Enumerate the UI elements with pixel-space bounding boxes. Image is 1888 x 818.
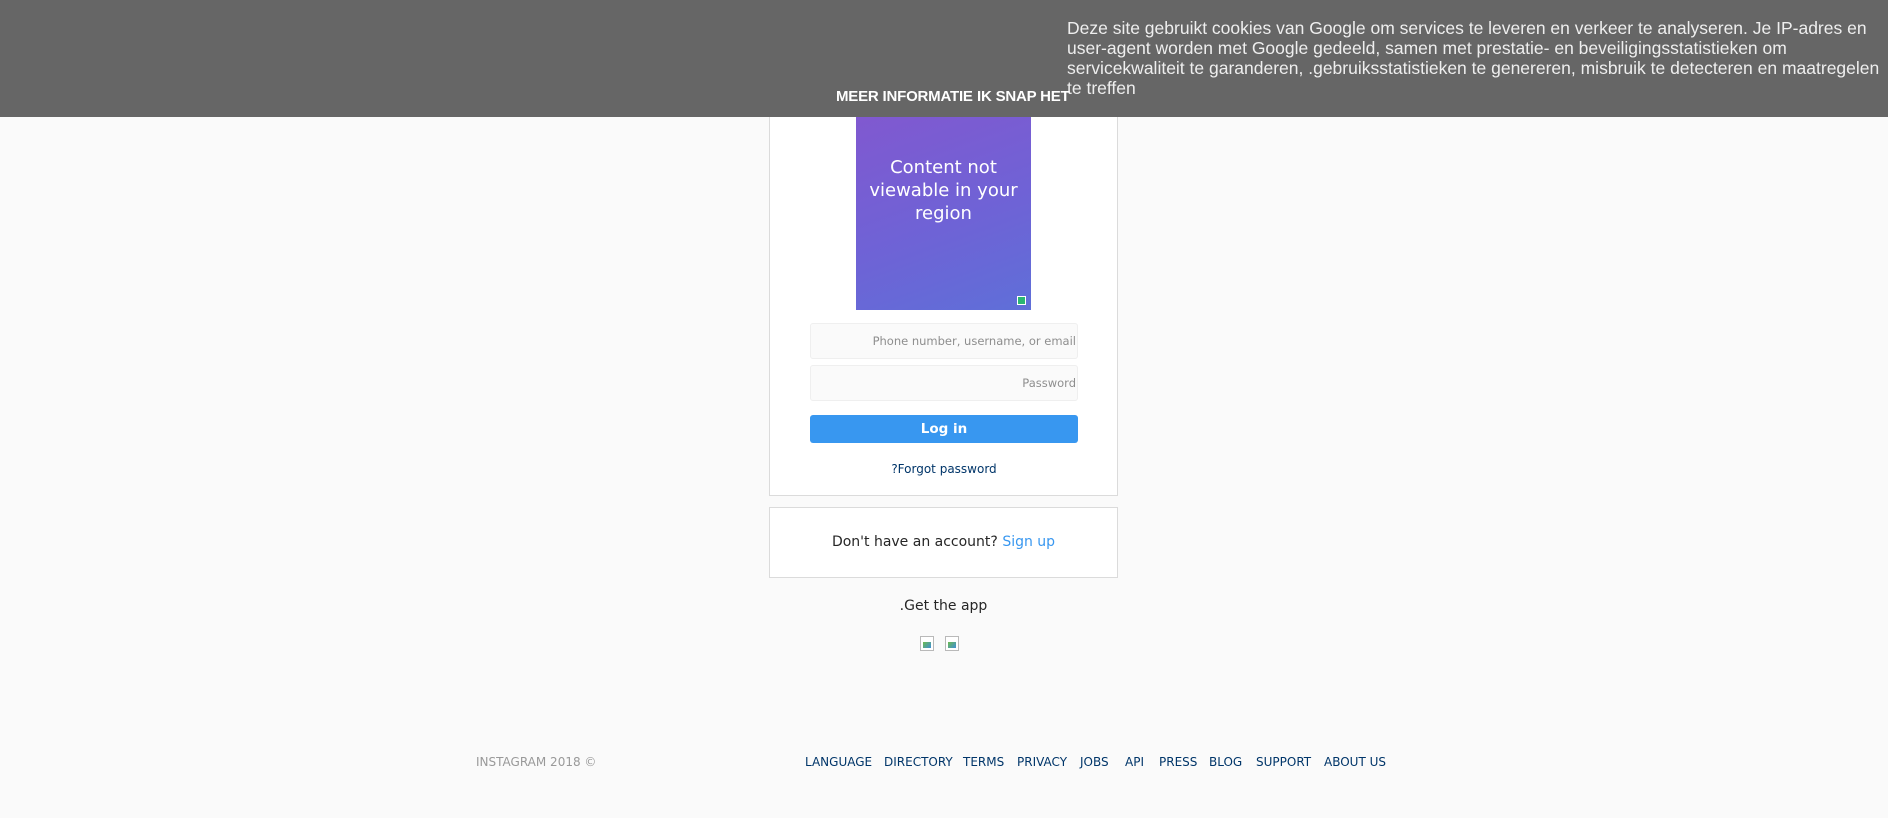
- footer-link-language[interactable]: LANGUAGE: [805, 755, 872, 769]
- google-play-badge-icon[interactable]: [945, 636, 959, 651]
- copyright-text: INSTAGRAM 2018 ©: [476, 755, 597, 769]
- username-field-wrapper: [810, 323, 1078, 359]
- footer-link-privacy[interactable]: PRIVACY: [1017, 755, 1067, 769]
- footer-link-jobs[interactable]: JOBS: [1080, 755, 1109, 769]
- region-blocked-message: Content not viewable in your region: [869, 157, 1018, 224]
- login-button[interactable]: Log in: [810, 415, 1078, 443]
- footer-link-support[interactable]: SUPPORT: [1256, 755, 1311, 769]
- username-input[interactable]: [811, 324, 1077, 358]
- footer-link-about-us[interactable]: ABOUT US: [1324, 755, 1386, 769]
- cookie-message: Deze site gebruikt cookies van Google om…: [1067, 18, 1880, 98]
- footer-link-blog[interactable]: BLOG: [1209, 755, 1242, 769]
- content-indicator-icon: [1017, 296, 1026, 305]
- forgot-password-link[interactable]: ?Forgot password: [810, 462, 1078, 476]
- more-info-button[interactable]: MEER INFORMATIE: [836, 88, 973, 105]
- footer-link-api[interactable]: API: [1125, 755, 1144, 769]
- region-blocked-content: Content not viewable in your region: [856, 96, 1031, 310]
- signup-prompt: Don't have an account?: [831, 534, 998, 550]
- footer-link-directory[interactable]: DIRECTORY: [884, 755, 953, 769]
- app-store-badge-icon[interactable]: [920, 636, 934, 651]
- password-field-wrapper: [810, 365, 1078, 401]
- get-app-label: .Get the app: [899, 598, 988, 614]
- footer-link-press[interactable]: PRESS: [1159, 755, 1197, 769]
- password-input[interactable]: [811, 366, 1077, 400]
- cookie-banner: Deze site gebruikt cookies van Google om…: [0, 0, 1888, 117]
- footer-link-terms[interactable]: TERMS: [963, 755, 1004, 769]
- signup-panel: Don't have an account? Sign up: [769, 507, 1118, 578]
- signup-link[interactable]: Sign up: [1002, 534, 1055, 550]
- accept-cookies-button[interactable]: IK SNAP HET: [977, 88, 1070, 105]
